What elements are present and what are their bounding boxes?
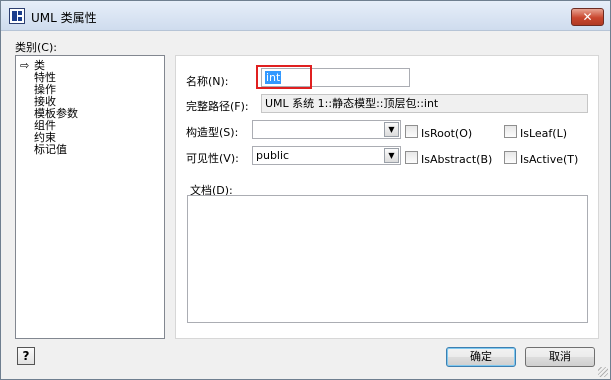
visibility-select[interactable]: public ▼ — [252, 146, 401, 165]
isabstract-label: IsAbstract(B) — [421, 153, 493, 166]
category-item-class[interactable]: 类 — [34, 60, 45, 71]
help-button[interactable]: ? — [17, 347, 35, 365]
category-label: 类别(C): — [15, 41, 57, 54]
isroot-label: IsRoot(O) — [421, 127, 473, 140]
fullpath-label: 完整路径(F): — [186, 100, 249, 113]
documentation-textarea[interactable] — [187, 195, 588, 323]
close-icon: ✕ — [582, 10, 593, 24]
resize-grip-icon[interactable] — [598, 367, 608, 377]
isactive-checkbox[interactable] — [504, 151, 517, 164]
category-item-operations[interactable]: 操作 — [34, 84, 56, 95]
stereotype-label: 构造型(S): — [186, 126, 239, 139]
isleaf-label: IsLeaf(L) — [520, 127, 568, 140]
uml-class-properties-dialog: UML 类属性 ✕ 类别(C): ⇨ 类 特性 操作 接收 模板参数 组件 约束… — [0, 0, 611, 380]
category-item-attributes[interactable]: 特性 — [34, 72, 56, 83]
window-title: UML 类属性 — [31, 11, 97, 25]
isactive-label: IsActive(T) — [520, 153, 579, 166]
category-item-constraints[interactable]: 约束 — [34, 132, 56, 143]
fullpath-field: UML 系统 1::静态模型::顶层包::int — [261, 94, 588, 113]
close-button[interactable]: ✕ — [571, 8, 604, 26]
category-tree[interactable]: ⇨ 类 特性 操作 接收 模板参数 组件 约束 标记值 — [15, 55, 165, 339]
name-label: 名称(N): — [186, 75, 229, 88]
chevron-down-icon[interactable]: ▼ — [384, 148, 399, 163]
category-item-tagged-values[interactable]: 标记值 — [34, 144, 67, 155]
help-icon: ? — [22, 349, 30, 363]
category-item-template-params[interactable]: 模板参数 — [34, 108, 78, 119]
category-item-receptions[interactable]: 接收 — [34, 96, 56, 107]
visibility-value: public — [256, 149, 290, 162]
isroot-checkbox[interactable] — [405, 125, 418, 138]
chevron-down-icon[interactable]: ▼ — [384, 122, 399, 137]
cancel-button[interactable]: 取消 — [525, 347, 595, 367]
category-item-components[interactable]: 组件 — [34, 120, 56, 131]
isleaf-checkbox[interactable] — [504, 125, 517, 138]
visibility-label: 可见性(V): — [186, 152, 239, 165]
selected-arrow-icon: ⇨ — [20, 59, 30, 72]
name-highlight-box — [256, 65, 312, 89]
app-icon — [9, 8, 25, 24]
isabstract-checkbox[interactable] — [405, 151, 418, 164]
title-bar: UML 类属性 ✕ — [1, 1, 610, 31]
ok-button[interactable]: 确定 — [446, 347, 516, 367]
stereotype-select[interactable]: ▼ — [252, 120, 401, 139]
